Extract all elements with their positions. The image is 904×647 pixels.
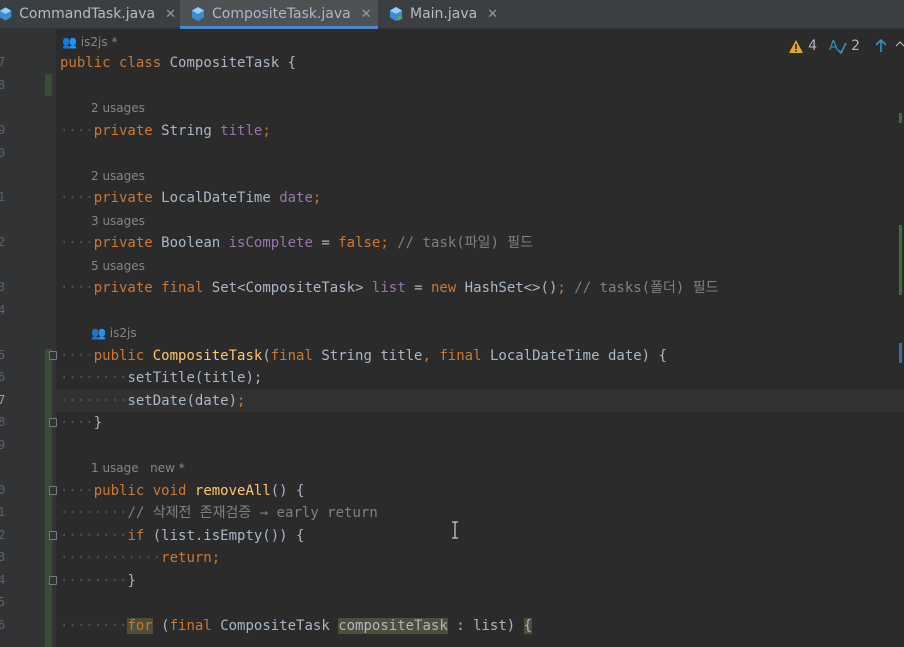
tab-commandtask[interactable]: CommandTask.java ✕ [0,0,176,28]
tab-compositetask-label: CompositeTask.java [212,6,351,22]
tab-compositetask[interactable]: CompositeTask.java ✕ [180,0,378,29]
close-icon[interactable]: ✕ [361,7,372,22]
warning-count: 4 [808,38,818,54]
code-line[interactable]: ····} [60,413,102,433]
scroll-marker[interactable] [899,225,902,295]
code-line[interactable]: ····private Boolean isComplete = false; … [60,233,533,253]
code-line[interactable]: ····private final Set<CompositeTask> lis… [60,278,719,298]
author-hint[interactable]: 👥 is2js [91,326,137,340]
line-number: 6 [0,618,6,632]
line-number: 9 [0,123,6,137]
code-line[interactable]: public class CompositeTask { [60,53,296,73]
author-hint[interactable]: 👥 is2js * [62,35,117,49]
line-number: 2 [0,235,6,249]
close-icon[interactable]: ✕ [165,7,176,22]
typo-count: 2 [851,38,860,54]
usages-hint[interactable]: 5 usages [91,259,145,273]
fold-icon[interactable] [49,576,57,585]
java-class-icon [0,7,12,21]
close-icon[interactable]: ✕ [487,7,498,22]
code-line[interactable]: ····private String title; [60,121,271,141]
code-line[interactable]: ········// 삭제전 존재검증 → early return [60,503,378,523]
line-number: 0 [0,146,6,160]
chevron-up-icon[interactable] [894,39,904,53]
code-line[interactable]: ····public CompositeTask(final String ti… [60,346,667,366]
fold-icon[interactable] [49,531,57,540]
line-number: 8 [0,78,6,92]
usages-hint[interactable]: 2 usages [91,101,145,115]
code-line[interactable]: ····private LocalDateTime date; [60,188,321,208]
code-line[interactable]: ········} [60,571,136,591]
line-number: 1 [0,190,6,204]
line-number: 7 [0,55,6,69]
editor-tab-bar: CommandTask.java ✕ CompositeTask.java ✕ … [0,0,904,29]
change-marker[interactable] [45,74,52,96]
tab-main[interactable]: Main.java ✕ [388,0,508,28]
typo-icon: A [829,39,847,54]
java-class-icon [192,7,204,21]
line-number: 5 [0,348,6,362]
svg-text:A: A [829,39,838,54]
line-number: 0 [0,483,6,497]
scroll-marker[interactable] [899,113,902,123]
inspection-widget[interactable]: 4 A 2 [788,36,904,56]
line-number: 4 [0,573,6,587]
line-number: 7 [0,393,6,407]
line-number: 3 [0,550,6,564]
scroll-marker[interactable] [899,343,902,363]
line-number: 2 [0,528,6,542]
fold-icon[interactable] [49,351,57,360]
usages-hint[interactable]: 3 usages [91,214,145,228]
tab-commandtask-label: CommandTask.java [19,6,156,22]
change-marker[interactable] [45,349,52,647]
line-number: 9 [0,438,6,452]
line-number: 4 [0,303,6,317]
code-line[interactable]: ············return; [60,548,220,568]
code-line[interactable]: ····public void removeAll() { [60,481,304,501]
fold-icon[interactable] [49,418,57,427]
line-number: 3 [0,280,6,294]
line-number: 5 [0,595,6,609]
text-cursor-icon [452,521,458,539]
arrow-up-icon[interactable] [874,39,888,53]
java-main-class-icon [390,7,403,21]
line-number: 6 [0,370,6,384]
warning-icon [789,39,804,53]
gutter[interactable]: 7 8 9 0 1 2 3 4 5 6 7 8 9 0 1 2 3 4 5 6 [0,29,57,647]
usages-hint[interactable]: 1 usage new * [91,461,185,475]
code-line[interactable]: ········setDate(date); [60,391,245,411]
code-line[interactable]: ········setTitle(title); [60,368,262,388]
code-line[interactable]: ········for (final CompositeTask composi… [60,616,533,636]
code-line[interactable]: ········if (list.isEmpty()) { [60,526,304,546]
usages-hint[interactable]: 2 usages [91,169,145,183]
fold-icon[interactable] [49,486,57,495]
line-number: 8 [0,415,6,429]
line-number: 1 [0,505,6,519]
tab-main-label: Main.java [410,6,478,22]
